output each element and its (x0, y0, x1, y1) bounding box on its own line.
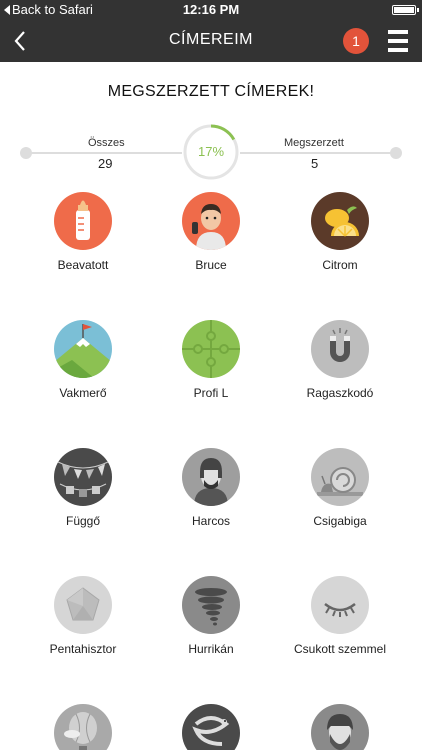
badge-ragaszkodo[interactable]: Ragaszkodó (275, 320, 405, 400)
badge-name: Profi L (193, 386, 229, 400)
badge-name: Citrom (322, 258, 358, 272)
badge-name: Vakmerő (59, 386, 107, 400)
total-value: 29 (98, 156, 113, 171)
progress-end-dot (390, 147, 402, 159)
earned-label: Megszerzett (284, 137, 344, 149)
progress-track-right (240, 152, 396, 154)
mountain-flag-icon (54, 320, 112, 378)
badge-csigabiga[interactable]: Csigabiga (275, 448, 405, 528)
total-label: Összes (88, 137, 125, 149)
progress-percent: 17% (197, 144, 225, 159)
bruce-face-icon (182, 192, 240, 250)
section-heading: MEGSZERZETT CÍMEREK! (107, 83, 315, 100)
warrior-icon (182, 448, 240, 506)
badge-name: Csukott szemmel (293, 642, 387, 656)
battery-icon (392, 5, 419, 15)
notification-badge[interactable]: 1 (343, 28, 369, 54)
badge-vakmero[interactable]: Vakmerő (18, 320, 148, 400)
hamburger-menu-icon[interactable] (388, 30, 408, 52)
badge-name: Csigabiga (313, 514, 367, 528)
badge-name: Harcos (191, 514, 230, 528)
badge-profi-l[interactable]: Profi L (146, 320, 276, 400)
badge-bruce[interactable]: Bruce (146, 192, 276, 272)
balloon-icon (54, 704, 112, 750)
badge-name: Beavatott (57, 258, 109, 272)
badge-csukott-szemmel[interactable]: Csukott szemmel (275, 576, 405, 656)
lemon-icon (311, 192, 369, 250)
badge-fuggo[interactable]: Függő (18, 448, 148, 528)
badge-hurrikan[interactable]: Hurrikán (146, 576, 276, 656)
progress-start-dot (20, 147, 32, 159)
progress-summary: Összes 29 Megszerzett 5 17% (0, 118, 422, 184)
status-time: 12:16 PM (182, 2, 240, 17)
closed-eye-icon (311, 576, 369, 634)
pentagon-icon (54, 576, 112, 634)
badge-beavatott[interactable]: Beavatott (18, 192, 148, 272)
puzzle-icon (182, 320, 240, 378)
badge-name: Ragaszkodó (306, 386, 374, 400)
badge-snake[interactable] (146, 704, 276, 750)
badge-balloon[interactable] (18, 704, 148, 750)
badge-name: Függő (65, 514, 101, 528)
badge-name: Pentahisztor (49, 642, 117, 656)
bearded-man-icon (311, 704, 369, 750)
badge-name: Hurrikán (188, 642, 234, 656)
badge-pentahisztor[interactable]: Pentahisztor (18, 576, 148, 656)
snake-icon (182, 704, 240, 750)
badge-harcos[interactable]: Harcos (146, 448, 276, 528)
nav-bar: CÍMEREIM 1 (0, 20, 422, 62)
badge-name: Bruce (195, 258, 227, 272)
earned-value: 5 (311, 156, 319, 171)
magnet-icon (311, 320, 369, 378)
badge-citrom[interactable]: Citrom (275, 192, 405, 272)
status-bar: Back to Safari 12:16 PM (0, 0, 422, 20)
bunting-icon (54, 448, 112, 506)
snail-icon (311, 448, 369, 506)
baby-bottle-icon (54, 192, 112, 250)
progress-track-left (26, 152, 182, 154)
badge-bearded-man[interactable] (275, 704, 405, 750)
tornado-icon (182, 576, 240, 634)
